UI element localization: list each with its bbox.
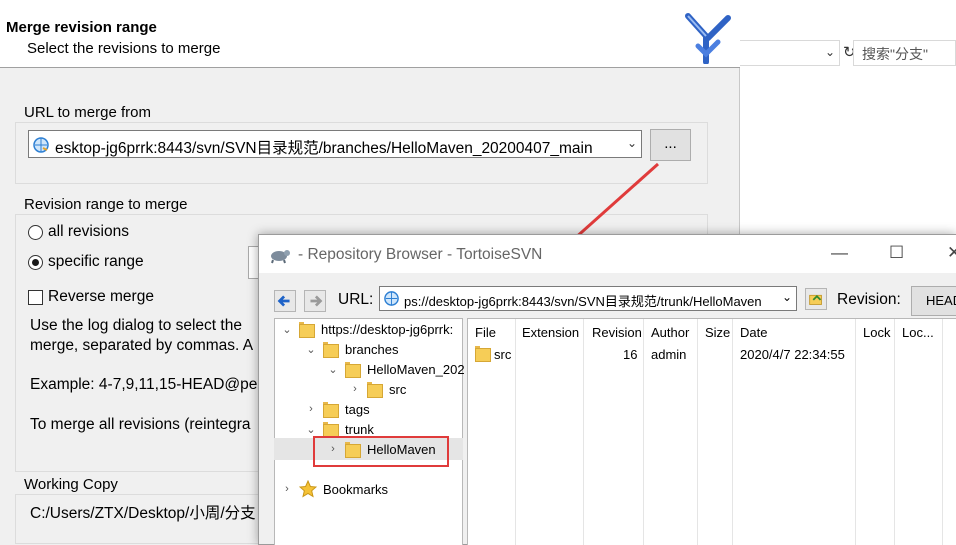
tree-item-tags[interactable]: › tags (305, 399, 370, 419)
column-header-date[interactable]: Date (740, 325, 767, 340)
chevron-right-icon[interactable]: › (305, 403, 317, 415)
tree-item-bookmarks[interactable]: › Bookmarks (281, 479, 388, 499)
column-separator[interactable] (697, 319, 698, 545)
cell-date: 2020/4/7 22:34:55 (740, 347, 845, 362)
column-header-loc[interactable]: Loc... (902, 325, 934, 340)
working-copy-path: C:/Users/ZTX/Desktop/小周/分支 (30, 505, 256, 522)
folder-icon (345, 362, 361, 378)
column-header-author[interactable]: Author (651, 325, 689, 340)
folder-icon (367, 382, 383, 398)
explorer-search-input[interactable]: 搜索"分支" (853, 40, 956, 66)
tree-item-label: HelloMaven_202 (367, 361, 465, 377)
repo-titlebar: - Repository Browser - TortoiseSVN — ☐ ✕ (259, 235, 956, 273)
all-revisions-radio[interactable]: all revisions (28, 223, 129, 241)
url-globe-icon (33, 137, 49, 153)
wizard-subtitle: Select the revisions to merge (27, 40, 221, 57)
all-revisions-label: all revisions (48, 223, 129, 240)
tree-item-label: src (389, 381, 407, 397)
maximize-icon[interactable]: ☐ (889, 243, 904, 263)
reverse-merge-label: Reverse merge (48, 288, 154, 305)
chevron-right-icon[interactable]: › (281, 483, 293, 495)
revision-label: Revision: (837, 291, 901, 308)
tree-item-branch-folder[interactable]: ⌄ HelloMaven_202 (327, 359, 465, 379)
repo-file-list[interactable]: File Extension Revision Author Size Date… (467, 318, 956, 545)
cell-file: src (494, 347, 512, 362)
column-header-revision[interactable]: Revision (592, 325, 642, 340)
column-header-file[interactable]: File (475, 325, 496, 340)
example-text: Example: 4-7,9,11,15-HEAD@pe (30, 376, 258, 393)
specific-range-label: specific range (48, 253, 144, 270)
chevron-down-icon[interactable]: ⌄ (627, 136, 637, 150)
selection-annotation-box (313, 436, 449, 467)
checkbox-box[interactable] (28, 289, 43, 305)
tree-item-label: branches (345, 341, 399, 357)
tree-item-src[interactable]: › src (349, 379, 406, 399)
tortoisesvn-merge-logo-icon (685, 13, 731, 64)
column-separator[interactable] (583, 319, 584, 545)
folder-icon (299, 322, 315, 338)
chevron-down-icon[interactable]: ⌄ (782, 290, 792, 304)
column-separator[interactable] (855, 319, 856, 545)
radio-indicator-selected[interactable] (28, 254, 43, 270)
tree-item-label: tags (345, 401, 370, 417)
working-copy-label: Working Copy (22, 476, 120, 493)
folder-icon (323, 422, 339, 438)
wizard-title: Merge revision range (6, 19, 157, 36)
tree-item-label: trunk (345, 421, 374, 437)
back-arrow-icon[interactable] (274, 290, 296, 312)
column-separator[interactable] (643, 319, 644, 545)
tree-item-root[interactable]: ⌄ https://desktop-jg6prrk: (281, 319, 453, 339)
explorer-address-bar: ⌄ ↻ 搜索"分支" (740, 37, 956, 69)
column-separator[interactable] (515, 319, 516, 545)
cell-revision: 16 (623, 347, 638, 362)
forward-arrow-icon[interactable] (304, 290, 326, 312)
repo-window-title: - Repository Browser - TortoiseSVN (298, 246, 543, 263)
browse-button[interactable]: ... (650, 129, 691, 161)
folder-icon (323, 342, 339, 358)
chevron-down-icon[interactable]: ⌄ (305, 423, 317, 436)
repo-url-label: URL: (338, 291, 374, 308)
help-text-line-2: merge, separated by commas. A (30, 337, 254, 354)
radio-indicator[interactable] (28, 224, 43, 240)
column-header-lock[interactable]: Lock (863, 325, 890, 340)
url-group-label: URL to merge from (22, 104, 153, 121)
specific-range-radio[interactable]: specific range (28, 253, 144, 271)
explorer-header (740, 0, 956, 33)
head-revision-button[interactable]: HEAD (911, 286, 956, 316)
chevron-down-icon[interactable]: ⌄ (327, 363, 339, 376)
wizard-header: Merge revision range Select the revision… (0, 0, 740, 68)
explorer-address-input[interactable]: ⌄ (740, 40, 840, 66)
chevron-down-icon[interactable]: ⌄ (305, 343, 317, 356)
repository-browser-window: - Repository Browser - TortoiseSVN — ☐ ✕… (258, 234, 956, 545)
chevron-right-icon[interactable]: › (349, 383, 361, 395)
repo-url-value: ps://desktop-jg6prrk:8443/svn/SVN目录规范/tr… (404, 294, 762, 309)
url-globe-icon (384, 291, 399, 306)
reverse-merge-checkbox[interactable]: Reverse merge (28, 288, 154, 306)
help-text-line-1: Use the log dialog to select the (30, 317, 242, 334)
chevron-down-icon[interactable]: ⌄ (281, 323, 293, 336)
tree-item-label: Bookmarks (323, 481, 389, 497)
column-header-extension[interactable]: Extension (522, 325, 579, 340)
reintegrate-text: To merge all revisions (reintegra (30, 416, 251, 433)
merge-url-value: esktop-jg6prrk:8443/svn/SVN目录规范/branches… (55, 140, 593, 157)
column-separator[interactable] (732, 319, 733, 545)
close-icon[interactable]: ✕ (947, 243, 956, 263)
chevron-down-icon[interactable]: ⌄ (825, 45, 835, 59)
folder-icon (323, 402, 339, 418)
tree-item-branches[interactable]: ⌄ branches (305, 339, 398, 359)
revision-range-group-label: Revision range to merge (22, 196, 190, 213)
cell-author: admin (651, 347, 687, 362)
column-header-size[interactable]: Size (705, 325, 730, 340)
star-icon (299, 480, 317, 498)
tree-item-label: https://desktop-jg6prrk: (321, 321, 454, 337)
column-separator[interactable] (942, 319, 943, 545)
merge-url-combobox[interactable]: esktop-jg6prrk:8443/svn/SVN目录规范/branches… (28, 130, 642, 158)
go-folder-icon[interactable] (805, 288, 827, 310)
column-separator[interactable] (894, 319, 895, 545)
minimize-icon[interactable]: — (831, 243, 848, 263)
tortoise-icon (271, 250, 290, 264)
repo-url-combobox[interactable]: ps://desktop-jg6prrk:8443/svn/SVN目录规范/tr… (379, 286, 797, 311)
